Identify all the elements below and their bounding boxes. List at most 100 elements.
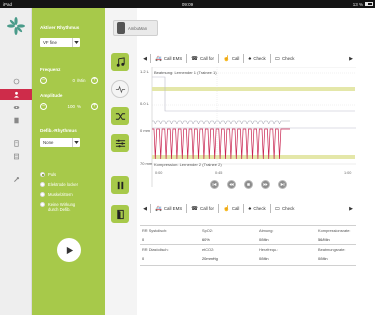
vital-value: 0/Min <box>259 255 269 261</box>
frequency-decrease-button[interactable]: − <box>40 76 47 84</box>
time-tick: 0:45 <box>215 171 223 175</box>
action-check-breathing[interactable]: ♠ Check <box>243 54 269 63</box>
amplitude-unit: % <box>77 103 82 109</box>
compression-label: Kompression: Lernender 2 (Trainee 2) <box>154 162 222 167</box>
vital-label: Beatmungsrate: <box>318 247 346 252</box>
radio-label: Keine Wirkung durch Defib. <box>48 202 76 212</box>
scroll-right-button[interactable]: ▶ <box>346 206 356 212</box>
ambulance-icon: 🚑 <box>155 55 162 62</box>
action-label: Check <box>281 56 295 61</box>
vital-value: 0/Min <box>318 255 328 261</box>
scroll-left-button[interactable]: ◀ <box>140 206 150 212</box>
clock: 09:09 <box>181 1 194 7</box>
amplitude-increase-button[interactable]: + <box>91 102 98 110</box>
action-call-ems[interactable]: 🚑 Call EMS <box>150 54 186 63</box>
compression-wave <box>152 128 290 160</box>
vital-label: Herzfrequ.: <box>259 247 279 252</box>
monitor-icon: ▭ <box>274 205 280 212</box>
shuffle-button[interactable] <box>111 107 129 125</box>
pause-button[interactable] <box>111 176 129 194</box>
action-call-ems[interactable]: 🚑 Call EMS <box>150 204 186 213</box>
nav-book[interactable] <box>0 115 32 126</box>
action-check-breathing[interactable]: ♠ Check <box>243 204 269 213</box>
eye-icon <box>13 105 19 110</box>
action-call[interactable]: ☝ Call <box>217 54 243 63</box>
pause-icon <box>117 181 123 189</box>
vital-etco2: etCO2: 20mmHg <box>202 247 218 261</box>
manikin-icon <box>117 22 125 34</box>
frequency-unit: /Min <box>77 77 86 83</box>
nav-settings[interactable] <box>0 174 32 185</box>
sliders-icon <box>115 139 125 147</box>
pulse-check-button[interactable] <box>111 80 129 98</box>
nav-user[interactable] <box>0 89 32 100</box>
skip-start-button[interactable] <box>210 180 219 189</box>
scroll-right-button[interactable]: ▶ <box>346 56 356 62</box>
vitals-panel: RR Systolisch: 0 SpO2: 60% Atmung: 0/Min… <box>140 225 356 273</box>
shuffle-icon <box>115 112 125 120</box>
action-label: Call EMS <box>163 56 183 61</box>
defib-select-value: None <box>43 140 54 145</box>
radio-puls[interactable]: Puls <box>40 172 100 177</box>
vital-respiration: Atmung: 0/Min <box>259 228 274 242</box>
sound-button[interactable] <box>111 53 129 71</box>
ambuman-label: AmbuMan <box>128 25 148 31</box>
nav-list[interactable] <box>0 151 32 162</box>
divider <box>140 244 356 245</box>
exit-button[interactable] <box>111 205 129 223</box>
stop-button[interactable] <box>244 180 253 189</box>
music-icon <box>116 56 125 67</box>
amplitude-value: 100 <box>67 103 75 109</box>
action-call-for[interactable]: ☎ Call for <box>186 204 218 213</box>
skip-end-button[interactable] <box>278 180 287 189</box>
rewind-button[interactable] <box>227 180 236 189</box>
graph-axis-mid-label: 0.0 L <box>140 101 149 106</box>
rhythm-select-value: VF fine <box>43 40 57 45</box>
door-icon <box>116 209 124 219</box>
graph-axis-bottom-label: 70 mm <box>140 161 153 166</box>
nav-home[interactable] <box>0 76 32 87</box>
action-call[interactable]: ☝ Call <box>217 204 243 213</box>
scroll-left-button[interactable]: ◀ <box>140 56 150 62</box>
amplitude-label: Amplitude <box>40 93 63 98</box>
radio-indicator <box>40 172 45 177</box>
action-call-for[interactable]: ☎ Call for <box>186 54 218 63</box>
vital-value: 0/Min <box>259 236 269 242</box>
radio-no-effect[interactable]: Keine Wirkung durch Defib. <box>40 202 80 212</box>
defib-rhythm-select[interactable]: None <box>40 138 80 147</box>
radio-electrode-loose[interactable]: Elektrode locker <box>40 182 100 187</box>
amplitude-stepper: − 100 % + <box>40 102 98 110</box>
action-check-monitor[interactable]: ▭ Check <box>269 54 299 63</box>
vital-value: 0 <box>142 236 145 242</box>
radio-indicator <box>40 182 45 187</box>
chevron-down-icon <box>72 38 80 47</box>
skip-end-icon <box>280 182 285 187</box>
vital-value: 56/Min <box>318 236 330 242</box>
user-icon <box>13 91 19 98</box>
battery-icon <box>365 2 373 6</box>
graph-axis-top-label: 1.2 L <box>140 69 149 74</box>
nav-document[interactable] <box>0 138 32 149</box>
settings-sliders-button[interactable] <box>111 134 129 152</box>
play-button[interactable] <box>57 238 81 262</box>
ambuman-button[interactable]: AmbuMan <box>113 20 158 36</box>
action-check-monitor[interactable]: ▭ Check <box>269 204 299 213</box>
frequency-increase-button[interactable]: + <box>91 76 98 84</box>
action-label: Call for <box>200 206 214 211</box>
vital-label: RR Systolisch: <box>142 228 168 233</box>
vital-compression-rate: Kompressionsrate: 56/Min <box>318 228 350 242</box>
nav-eye[interactable] <box>0 102 32 113</box>
frequency-stepper: − 0 /Min + <box>40 76 98 84</box>
forward-button[interactable] <box>261 180 270 189</box>
battery-percent: 13 % <box>352 1 363 7</box>
divider <box>140 265 356 266</box>
app-logo-icon <box>7 17 25 35</box>
rhythm-select[interactable]: VF fine <box>40 38 80 47</box>
monitor-icon: ▭ <box>274 55 280 62</box>
action-label: Call EMS <box>163 206 183 211</box>
side-nav <box>0 8 32 315</box>
control-panel: Aktiver Rhythmus VF fine Frequenz − 0 /M… <box>32 8 105 315</box>
radio-muscle-tremor[interactable]: Muskelzittern <box>40 192 100 197</box>
amplitude-decrease-button[interactable]: − <box>40 102 47 110</box>
book-icon <box>13 117 19 124</box>
